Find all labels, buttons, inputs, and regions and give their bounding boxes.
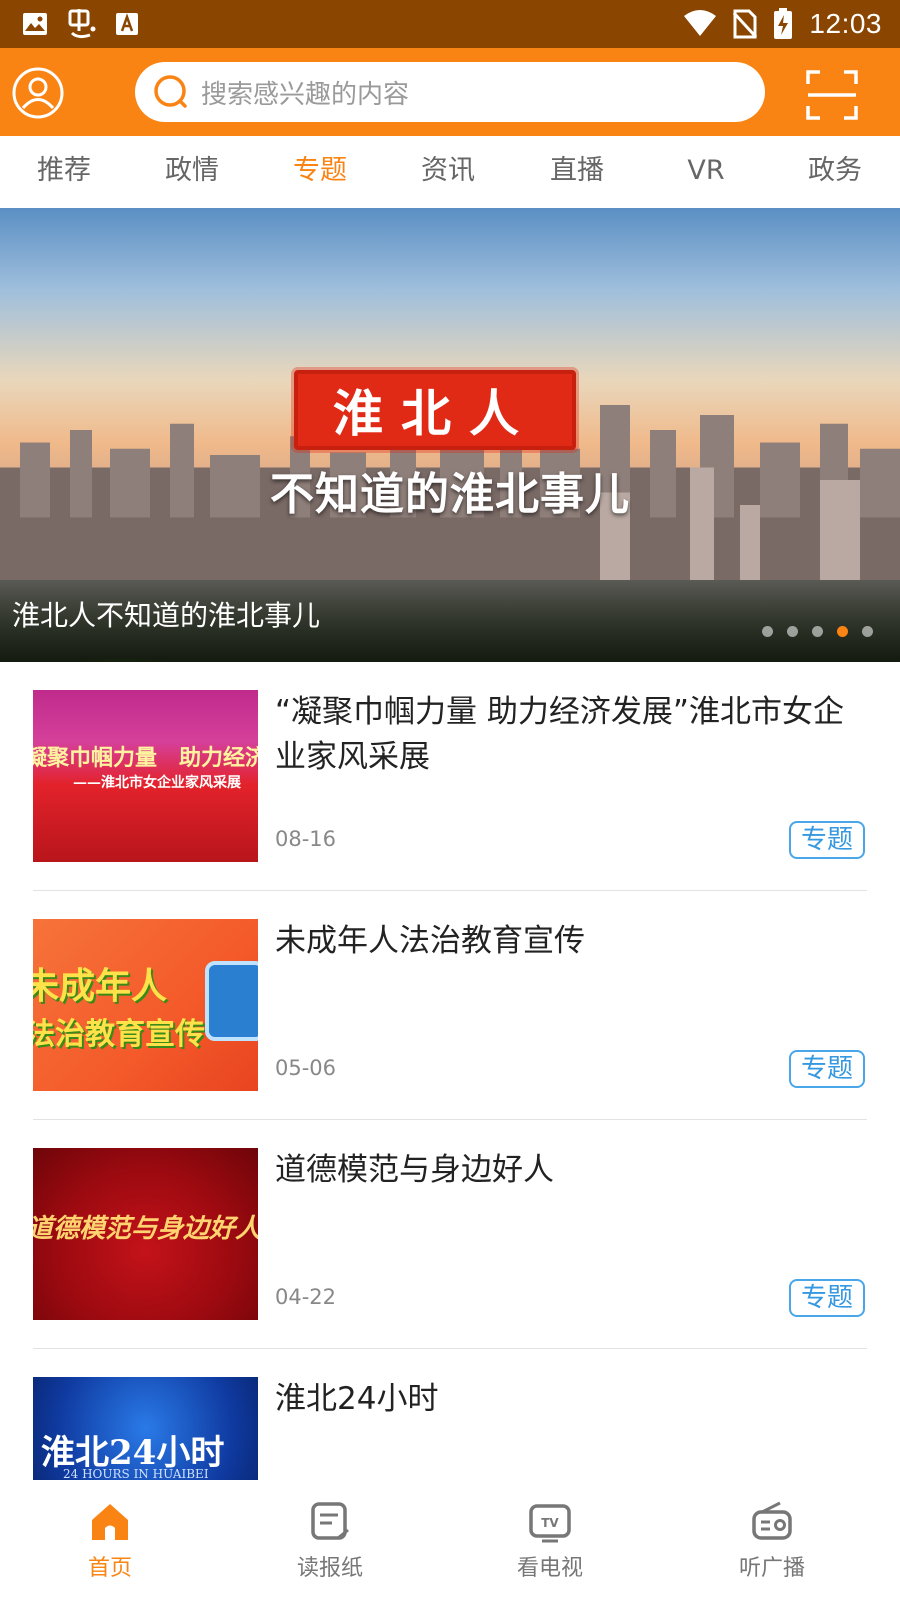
- user-avatar-icon[interactable]: [12, 67, 64, 119]
- tab-topics[interactable]: 专题: [293, 136, 347, 208]
- article-thumbnail: 凝聚巾帼力量 助力经济发展 ——淮北市女企业家风采展: [33, 690, 258, 862]
- app-header: 搜索感兴趣的内容: [0, 48, 900, 136]
- newspaper-icon: [311, 1502, 349, 1540]
- article-title[interactable]: 道德模范与身边好人: [275, 1148, 861, 1193]
- banner-carousel[interactable]: 淮北人 不知道的淮北事儿 淮北人不知道的淮北事儿: [0, 208, 900, 662]
- carousel-dot[interactable]: [762, 626, 773, 637]
- article-thumbnail: 道德模范与身边好人: [33, 1148, 258, 1320]
- nav-home[interactable]: 首页: [50, 1500, 170, 1582]
- list-item[interactable]: 凝聚巾帼力量 助力经济发展 ——淮北市女企业家风采展 “凝聚巾帼力量 助力经济发…: [33, 662, 867, 891]
- search-box[interactable]: 搜索感兴趣的内容: [135, 62, 765, 122]
- tab-vr[interactable]: VR: [687, 136, 724, 208]
- category-tabs: 推荐 政情 专题 资讯 直播 VR 政务: [0, 136, 900, 208]
- article-thumbnail: 淮北24小时 24 HOURS IN HUAIBEI: [33, 1377, 258, 1480]
- list-item[interactable]: 道德模范与身边好人 道德模范与身边好人 04-22 专题: [33, 1120, 867, 1349]
- svg-text:TV: TV: [541, 1516, 559, 1530]
- article-date: 05-06: [275, 1056, 337, 1080]
- search-placeholder: 搜索感兴趣的内容: [201, 79, 410, 110]
- thumbnail-subtext: 24 HOURS IN HUAIBEI: [63, 1467, 209, 1480]
- nav-label: 读报纸: [296, 1556, 363, 1581]
- nav-label: 首页: [87, 1556, 132, 1581]
- article-date: 04-22: [275, 1285, 337, 1309]
- topic-tag: 专题: [789, 1279, 865, 1317]
- article-title[interactable]: 未成年人法治教育宣传: [275, 919, 861, 964]
- nav-label: 听广播: [738, 1556, 805, 1581]
- tab-politics[interactable]: 政情: [165, 136, 219, 208]
- banner-seal-text: 淮北人: [333, 384, 537, 443]
- bottom-navigation: 首页 读报纸 TV 看电视 听广播: [0, 1480, 900, 1600]
- nav-tv[interactable]: TV 看电视: [490, 1500, 610, 1582]
- clock: 12:03: [809, 8, 882, 39]
- tv-icon: TV: [529, 1504, 571, 1543]
- topic-tag: 专题: [789, 821, 865, 859]
- list-item[interactable]: 未成年人 法治教育宣传 未成年人法治教育宣传 05-06 专题: [33, 891, 867, 1120]
- nav-newspaper[interactable]: 读报纸: [270, 1500, 390, 1582]
- article-title[interactable]: “凝聚巾帼力量 助力经济发展”淮北市女企业家风采展: [275, 690, 861, 780]
- carousel-dot[interactable]: [812, 626, 823, 637]
- nav-label: 看电视: [516, 1556, 583, 1581]
- battery-charging-icon: [773, 8, 793, 40]
- article-title[interactable]: 淮北24小时: [275, 1377, 861, 1422]
- thumbnail-text: 未成年人: [33, 965, 168, 1007]
- thumbnail-subtext: ——淮北市女企业家风采展: [73, 775, 241, 791]
- app-notification-icon: [64, 7, 98, 41]
- wifi-icon: [683, 10, 717, 38]
- thumbnail-subtext: 法治教育宣传: [33, 1017, 205, 1052]
- topic-tag: 专题: [789, 1050, 865, 1088]
- tab-news[interactable]: 资讯: [421, 136, 475, 208]
- carousel-indicator: [762, 626, 873, 637]
- radio-icon: [752, 1501, 792, 1540]
- thumbnail-text: 道德模范与身边好人: [33, 1214, 258, 1244]
- carousel-dot-active[interactable]: [837, 626, 848, 637]
- carousel-dot[interactable]: [862, 626, 873, 637]
- notification-icons: [22, 7, 140, 41]
- no-sim-icon: [733, 9, 758, 39]
- nav-radio[interactable]: 听广播: [712, 1500, 832, 1582]
- system-icons: 12:03: [683, 8, 882, 40]
- banner-subtitle: 不知道的淮北事儿: [270, 469, 630, 520]
- article-thumbnail: 未成年人 法治教育宣传: [33, 919, 258, 1091]
- gallery-icon: [22, 12, 48, 36]
- thumbnail-text: 凝聚巾帼力量 助力经济发展: [33, 745, 258, 771]
- carousel-dot[interactable]: [787, 626, 798, 637]
- tab-recommend[interactable]: 推荐: [37, 136, 91, 208]
- law-badge-icon: [205, 961, 258, 1041]
- scan-icon[interactable]: [806, 70, 858, 120]
- article-list: 凝聚巾帼力量 助力经济发展 ——淮北市女企业家风采展 “凝聚巾帼力量 助力经济发…: [0, 662, 900, 1480]
- list-item[interactable]: 淮北24小时 24 HOURS IN HUAIBEI 淮北24小时: [33, 1349, 867, 1480]
- status-bar: 12:03: [0, 0, 900, 48]
- tab-government[interactable]: 政务: [808, 136, 862, 208]
- banner-caption: 淮北人不知道的淮北事儿: [12, 599, 321, 632]
- home-icon: [92, 1504, 128, 1540]
- search-icon: [154, 75, 187, 108]
- article-date: 08-16: [275, 827, 337, 851]
- font-app-icon: [114, 11, 140, 37]
- tab-live[interactable]: 直播: [550, 136, 604, 208]
- banner-seal: 淮北人: [294, 370, 576, 450]
